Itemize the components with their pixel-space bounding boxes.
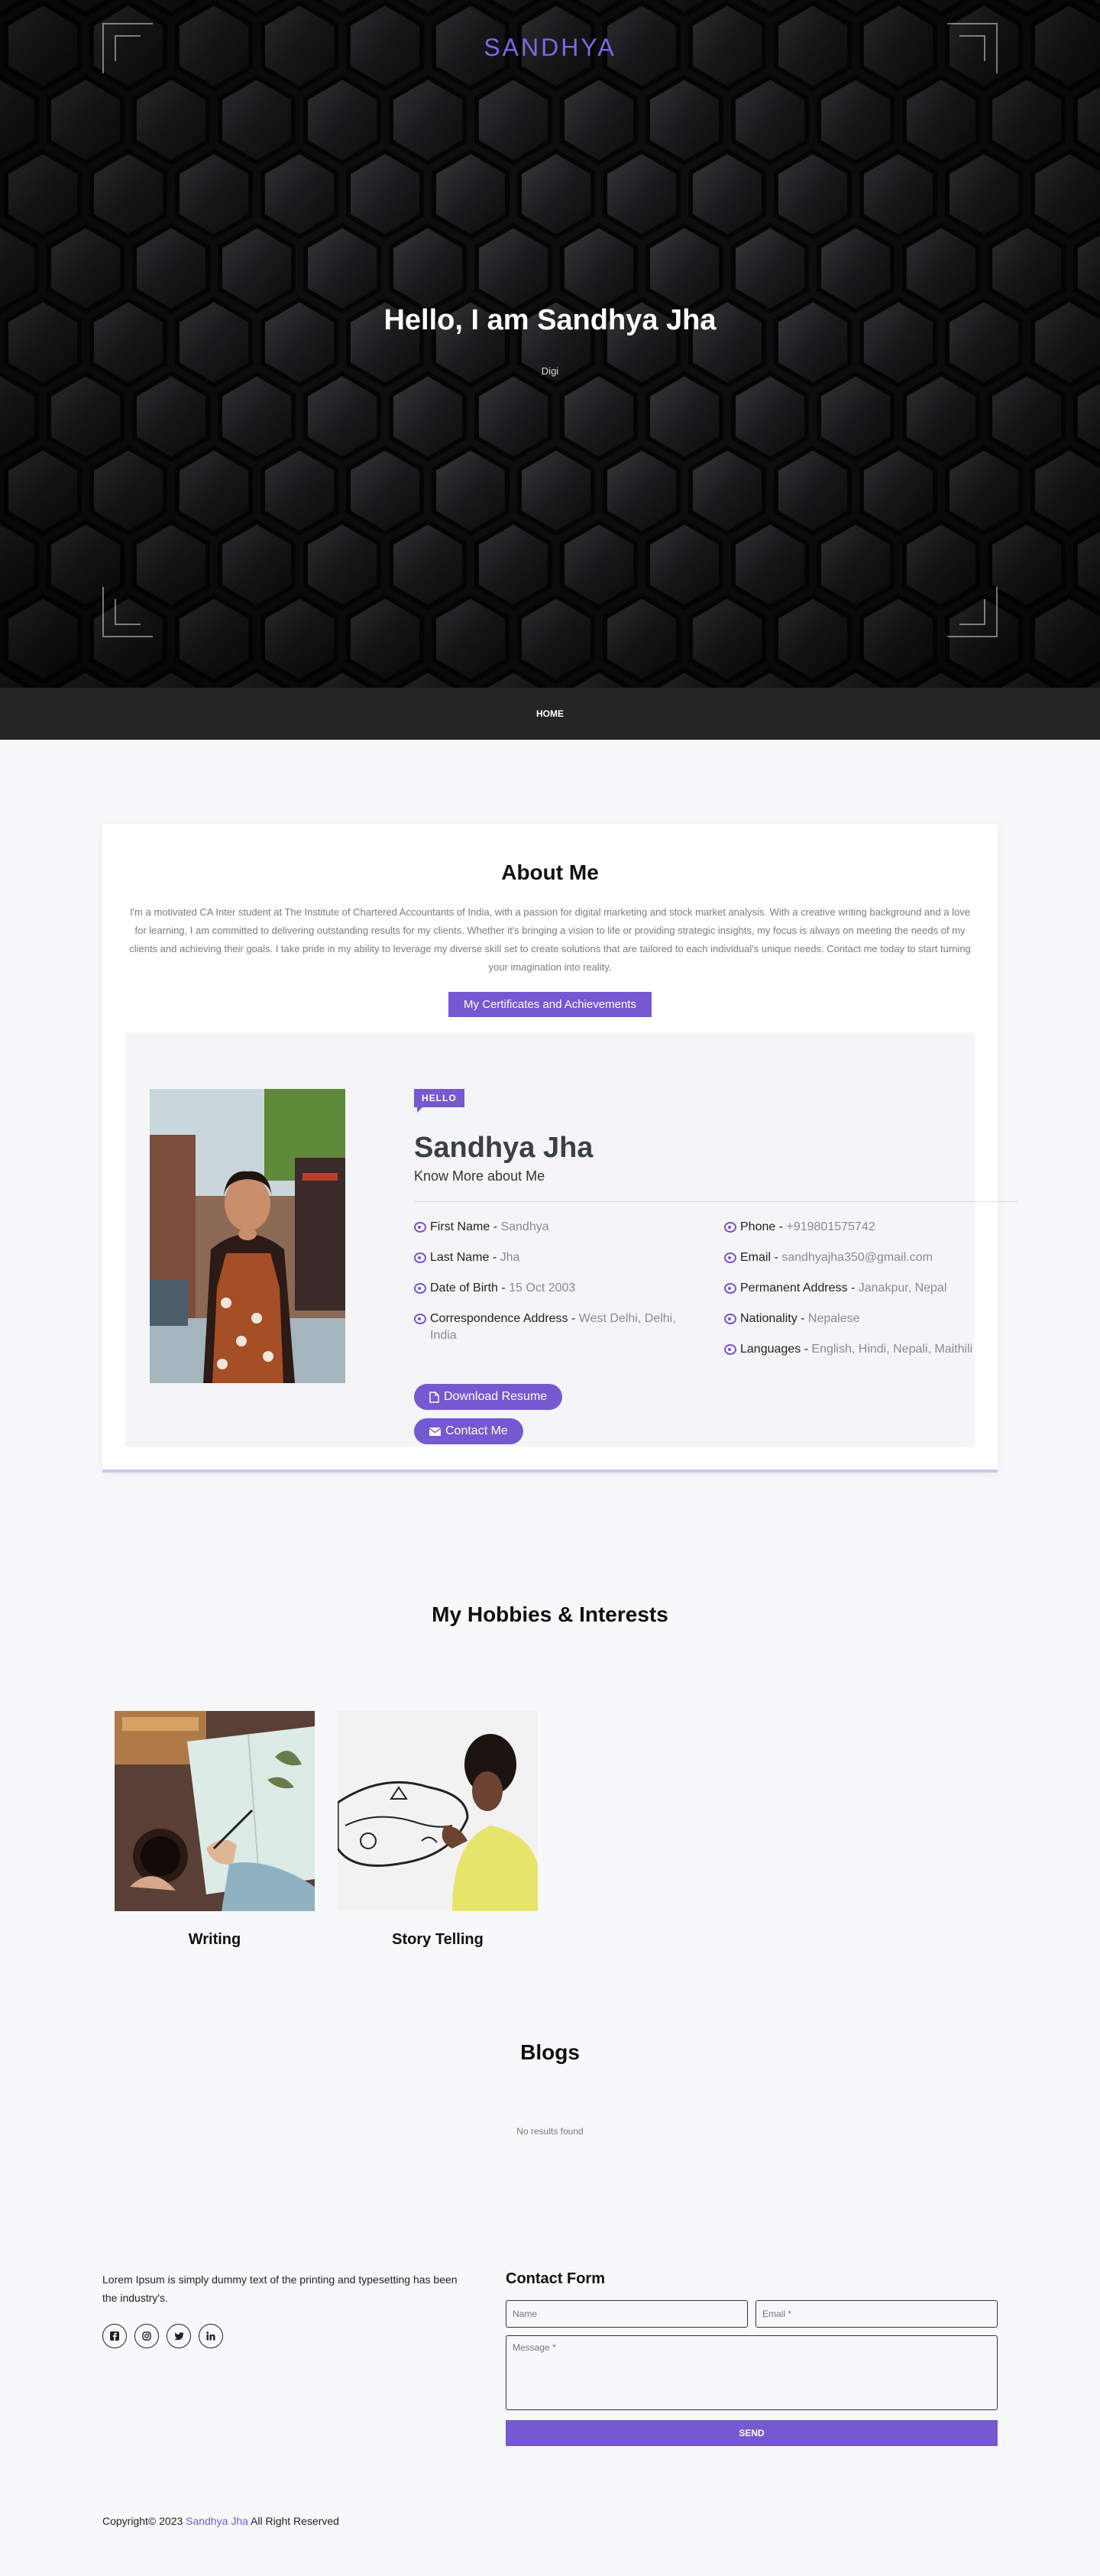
profile-divider [414,1201,1017,1202]
copyright-suffix: All Right Reserved [251,2515,339,2527]
contact-form-title: Contact Form [506,2270,605,2287]
blogs-empty-message: No results found [516,2126,584,2137]
circle-dot-icon [724,1344,736,1355]
frame-corner-bottom-left [102,587,153,637]
profile-tagline: Know More about Me [414,1168,545,1184]
file-pdf-icon [429,1391,439,1403]
hero-section: SANDHYA Hello, I am Sandhya Jha Digi [0,0,1100,688]
circle-dot-icon [724,1314,736,1324]
info-nationality: Nationality - Nepalese [724,1311,1014,1327]
circle-dot-icon [414,1252,426,1263]
contact-form: Contact Form SEND [506,2270,998,2446]
info-date-of-birth: Date of Birth - 15 Oct 2003 [414,1280,697,1297]
circle-dot-icon [724,1283,736,1294]
writing-image [115,1711,315,1911]
nav-home-link[interactable]: HOME [536,708,564,719]
hobbies-title: My Hobbies & Interests [432,1602,668,1626]
hero-title: Hello, I am Sandhya Jha [383,304,717,336]
hobby-label: Writing [188,1931,241,1948]
circle-dot-icon [724,1222,736,1233]
facebook-icon[interactable] [102,2324,127,2348]
story-telling-image [338,1711,538,1911]
hobby-card-writing[interactable]: Writing [115,1711,315,1949]
profile-photo [150,1089,345,1383]
hobbies-section: My Hobbies & Interests Writing Story Tel… [0,1473,1100,1949]
info-last-name: Last Name - Jha [414,1249,697,1266]
footer-description: Lorem Ipsum is simply dummy text of the … [102,2273,458,2304]
email-input[interactable] [755,2300,998,2328]
about-section: About Me I'm a motivated CA Inter studen… [0,740,1100,1473]
info-list-right: Phone - +919801575742 Email - sandhyajha… [724,1219,1014,1372]
hero-vignette [0,0,1100,688]
about-title: About Me [501,860,599,884]
hero-typing-subtitle: Digi [541,365,559,377]
info-languages: Languages - English, Hindi, Nepali, Mait… [724,1341,1014,1358]
footer: Lorem Ipsum is simply dummy text of the … [102,2270,998,2446]
info-first-name: First Name - Sandhya [414,1219,697,1236]
send-button[interactable]: SEND [506,2420,998,2446]
message-textarea[interactable] [506,2335,998,2410]
copyright-bar: Copyright© 2023 Sandhya Jha All Right Re… [102,2515,998,2573]
frame-corner-bottom-right [947,587,998,637]
about-description: I'm a motivated CA Inter student at The … [129,906,971,973]
site-brand-logo[interactable]: SANDHYA [0,34,1100,62]
hobby-card-story-telling[interactable]: Story Telling [338,1711,538,1949]
name-input[interactable] [506,2300,748,2328]
info-phone: Phone - +919801575742 [724,1219,1014,1236]
profile-name: Sandhya Jha [414,1132,594,1164]
info-permanent-address: Permanent Address - Janakpur, Nepal [724,1280,1014,1297]
profile-panel: HELLO Sandhya Jha Know More about Me Fir… [125,1032,1017,1447]
download-resume-button[interactable]: Download Resume [414,1384,563,1410]
social-links [102,2324,469,2348]
info-email: Email - sandhyajha350@gmail.com [724,1249,1014,1266]
copyright-name-link[interactable]: Sandhya Jha [186,2515,248,2527]
twitter-icon[interactable] [167,2324,191,2348]
blogs-title: Blogs [520,2040,580,2064]
linkedin-icon[interactable] [199,2324,223,2348]
blogs-section: Blogs No results found [0,1949,1100,2137]
circle-dot-icon [414,1314,426,1324]
main-navbar: HOME [0,688,1100,740]
certificates-button[interactable]: My Certificates and Achievements [448,992,652,1017]
envelope-icon [429,1427,441,1436]
instagram-icon[interactable] [134,2324,159,2348]
circle-dot-icon [724,1252,736,1263]
about-card: About Me I'm a motivated CA Inter studen… [102,824,1017,1473]
info-list-left: First Name - Sandhya Last Name - Jha Dat… [414,1219,697,1358]
circle-dot-icon [414,1283,426,1294]
info-correspondence-address: Correspondence Address - West Delhi, Del… [414,1311,697,1344]
circle-dot-icon [414,1222,426,1233]
copyright-prefix: Copyright© 2023 [102,2515,183,2527]
hello-badge: HELLO [414,1089,464,1113]
hobby-label: Story Telling [392,1931,484,1948]
contact-me-button[interactable]: Contact Me [414,1418,523,1444]
